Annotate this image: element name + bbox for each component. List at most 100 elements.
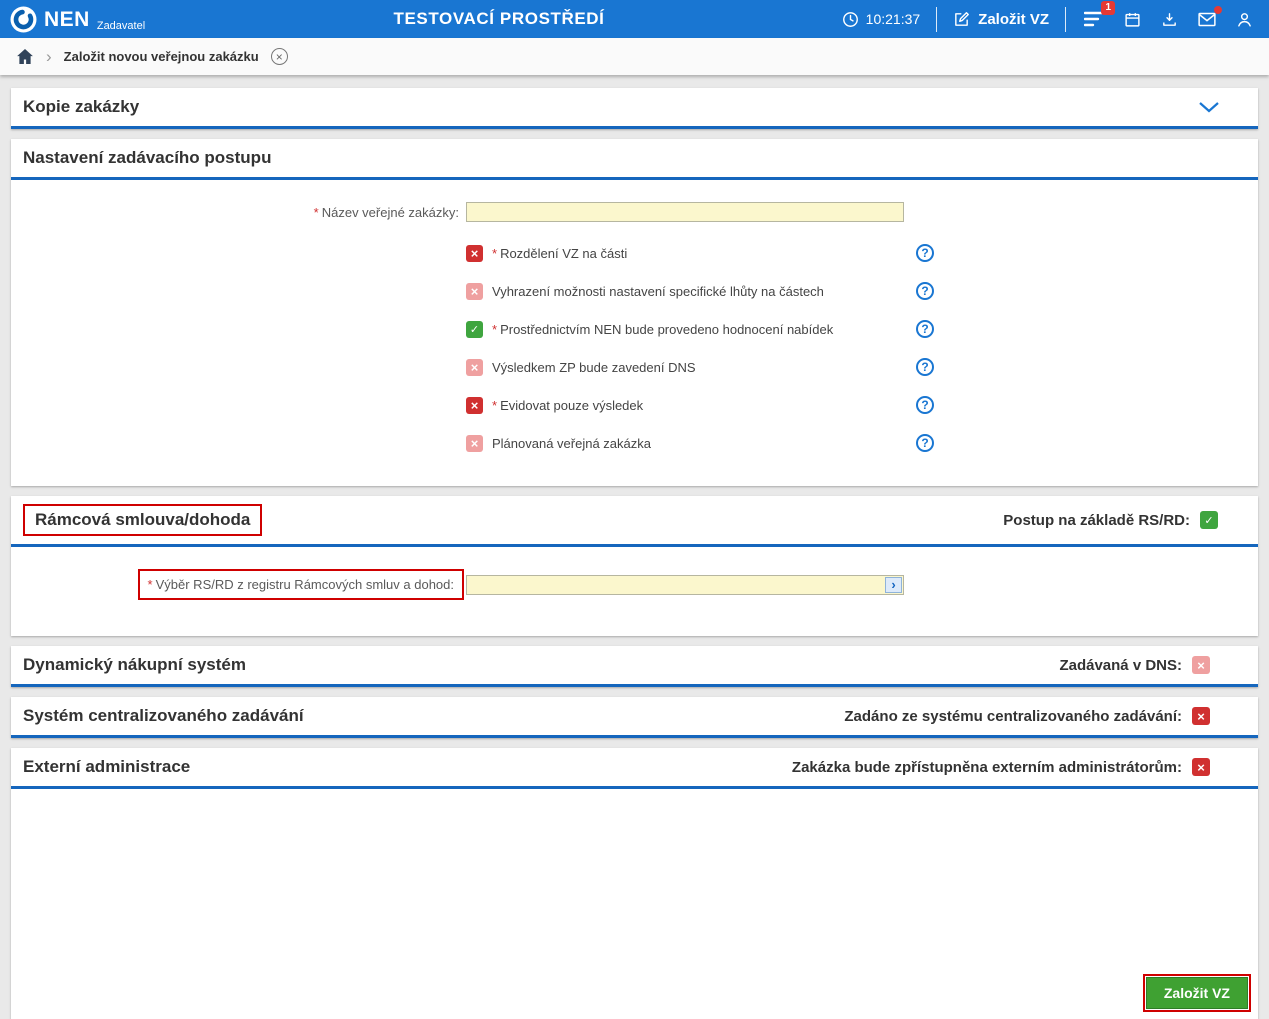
breadcrumb-separator xyxy=(46,47,52,67)
brand-subtitle: Zadavatel xyxy=(97,20,145,32)
row-vysledkem-zp-dns: Výsledkem ZP bude zavedení DNS xyxy=(466,348,934,386)
section-ramcova-smlouva: Rámcová smlouva/dohoda Postup na základě… xyxy=(11,496,1258,636)
status-label: Zakázka bude zpřístupněna externím admin… xyxy=(792,759,1182,776)
checkbox-toggle-icon[interactable] xyxy=(466,397,483,414)
required-asterisk: * xyxy=(148,577,153,592)
status-toggle-icon[interactable] xyxy=(1192,656,1210,674)
section-header: Kopie zakázky xyxy=(11,88,1258,129)
section-nastaveni-postupu: Nastavení zadávacího postupu *Název veře… xyxy=(11,139,1258,486)
checkbox-label: Výsledkem ZP bude zavedení DNS xyxy=(492,360,696,375)
section-header: Dynamický nákupní systém Zadávaná v DNS: xyxy=(11,646,1258,687)
user-icon xyxy=(1236,11,1253,28)
section-title: Nastavení zadávacího postupu xyxy=(23,148,271,168)
section-body: *Výběr RS/RD z registru Rámcových smluv … xyxy=(11,547,1258,636)
chevron-down-icon xyxy=(1198,101,1220,113)
rsrd-field-row: *Výběr RS/RD z registru Rámcových smluv … xyxy=(11,569,1258,600)
download-icon xyxy=(1161,11,1178,28)
clock-icon xyxy=(842,11,859,28)
nazev-vz-input[interactable] xyxy=(466,202,904,222)
checkbox-label: *Prostřednictvím NEN bude provedeno hodn… xyxy=(492,322,833,337)
mail-badge-dot xyxy=(1214,6,1222,14)
breadcrumb: Založit novou veřejnou zakázku xyxy=(0,38,1269,75)
help-icon[interactable] xyxy=(916,358,934,376)
checkbox-label: Vyhrazení možnosti nastavení specifické … xyxy=(492,284,824,299)
status-label: Postup na základě RS/RD: xyxy=(1003,512,1190,529)
clock: 10:21:37 xyxy=(842,11,921,28)
checkbox-toggle-icon[interactable] xyxy=(466,359,483,376)
section-header: Systém centralizovaného zadávání Zadáno … xyxy=(11,697,1258,738)
submit-create-vz-button[interactable]: Založit VZ xyxy=(1146,977,1248,1009)
collapse-toggle[interactable] xyxy=(1198,101,1246,113)
brand-name: NEN xyxy=(44,9,90,30)
calendar-icon xyxy=(1124,11,1141,28)
checkbox-toggle-icon[interactable] xyxy=(466,321,483,338)
checkbox-label: *Evidovat pouze výsledek xyxy=(492,398,643,413)
menu-button[interactable]: 1 xyxy=(1082,9,1106,29)
profile-button[interactable] xyxy=(1234,9,1255,30)
header-divider xyxy=(1065,7,1066,32)
home-icon xyxy=(16,48,34,65)
status-toggle-icon[interactable] xyxy=(1192,758,1210,776)
status-toggle-icon[interactable] xyxy=(1192,707,1210,725)
calendar-button[interactable] xyxy=(1122,9,1143,30)
nen-logo-icon xyxy=(10,6,37,33)
home-button[interactable] xyxy=(16,48,34,65)
section-title: Systém centralizovaného zadávání xyxy=(23,706,304,726)
page: NEN Zadavatel TESTOVACÍ PROSTŘEDÍ 10:21:… xyxy=(0,0,1269,1019)
header-divider xyxy=(936,7,937,32)
section-title: Externí administrace xyxy=(23,757,190,777)
rsrd-label-highlighted: *Výběr RS/RD z registru Rámcových smluv … xyxy=(138,569,464,600)
section-status: Zadáno ze systému centralizovaného zadáv… xyxy=(844,707,1246,725)
section-body-empty xyxy=(11,789,1258,1019)
messages-button[interactable] xyxy=(1196,10,1218,29)
section-title: Dynamický nákupní systém xyxy=(23,655,246,675)
checkbox-toggle-icon[interactable] xyxy=(466,245,483,262)
download-button[interactable] xyxy=(1159,9,1180,30)
breadcrumb-item[interactable]: Založit novou veřejnou zakázku xyxy=(64,49,259,64)
section-body: *Název veřejné zakázky: *Rozdělení VZ na… xyxy=(11,180,1258,486)
close-tab-icon[interactable] xyxy=(271,48,288,65)
section-status: Postup na základě RS/RD: xyxy=(1003,511,1246,529)
top-header: NEN Zadavatel TESTOVACÍ PROSTŘEDÍ 10:21:… xyxy=(0,0,1269,38)
section-status: Zadávaná v DNS: xyxy=(1059,656,1246,674)
status-toggle-icon[interactable] xyxy=(1200,511,1218,529)
row-vyhrazeni-lhuty-na-castech: Vyhrazení možnosti nastavení specifické … xyxy=(466,272,934,310)
rsrd-input[interactable] xyxy=(466,575,904,595)
menu-badge: 1 xyxy=(1101,1,1115,15)
section-status: Zakázka bude zpřístupněna externím admin… xyxy=(792,758,1246,776)
required-asterisk: * xyxy=(492,246,497,261)
status-label: Zadávaná v DNS: xyxy=(1059,657,1182,674)
section-kopie-zakazky: Kopie zakázky xyxy=(11,88,1258,129)
checkbox-label: *Rozdělení VZ na části xyxy=(492,246,627,261)
brand-logo[interactable]: NEN Zadavatel xyxy=(10,6,145,33)
nazev-vz-row: *Název veřejné zakázky: xyxy=(11,202,1258,222)
section-header: Rámcová smlouva/dohoda Postup na základě… xyxy=(11,496,1258,547)
required-asterisk: * xyxy=(492,398,497,413)
rsrd-picker-field xyxy=(466,575,904,595)
section-header: Nastavení zadávacího postupu xyxy=(11,139,1258,180)
help-icon[interactable] xyxy=(916,396,934,414)
checkbox-toggle-icon[interactable] xyxy=(466,283,483,300)
checkbox-toggle-icon[interactable] xyxy=(466,435,483,452)
picker-chevron-icon[interactable] xyxy=(885,577,902,593)
time-text: 10:21:37 xyxy=(866,11,921,27)
mail-icon xyxy=(1198,12,1216,27)
checkbox-label: Plánovaná veřejná zakázka xyxy=(492,436,651,451)
help-icon[interactable] xyxy=(916,282,934,300)
header-actions: 10:21:37 Založit VZ 1 xyxy=(842,7,1255,32)
environment-title: TESTOVACÍ PROSTŘEDÍ xyxy=(393,9,604,29)
help-icon[interactable] xyxy=(916,434,934,452)
section-title: Kopie zakázky xyxy=(23,97,139,117)
row-planovana-verejna-zakazka: Plánovaná veřejná zakázka xyxy=(466,424,934,462)
help-icon[interactable] xyxy=(916,244,934,262)
section-header: Externí administrace Zakázka bude zpříst… xyxy=(11,748,1258,789)
status-label: Zadáno ze systému centralizovaného zadáv… xyxy=(844,708,1182,725)
section-title-highlighted: Rámcová smlouva/dohoda xyxy=(23,504,262,536)
help-icon[interactable] xyxy=(916,320,934,338)
required-asterisk: * xyxy=(314,205,319,220)
create-vz-header-label: Založit VZ xyxy=(978,11,1049,28)
row-hodnoceni-nabidek-nen: *Prostřednictvím NEN bude provedeno hodn… xyxy=(466,310,934,348)
section-externi-administrace: Externí administrace Zakázka bude zpříst… xyxy=(11,748,1258,1019)
create-vz-header-button[interactable]: Založit VZ xyxy=(953,11,1049,28)
compose-icon xyxy=(953,11,970,28)
